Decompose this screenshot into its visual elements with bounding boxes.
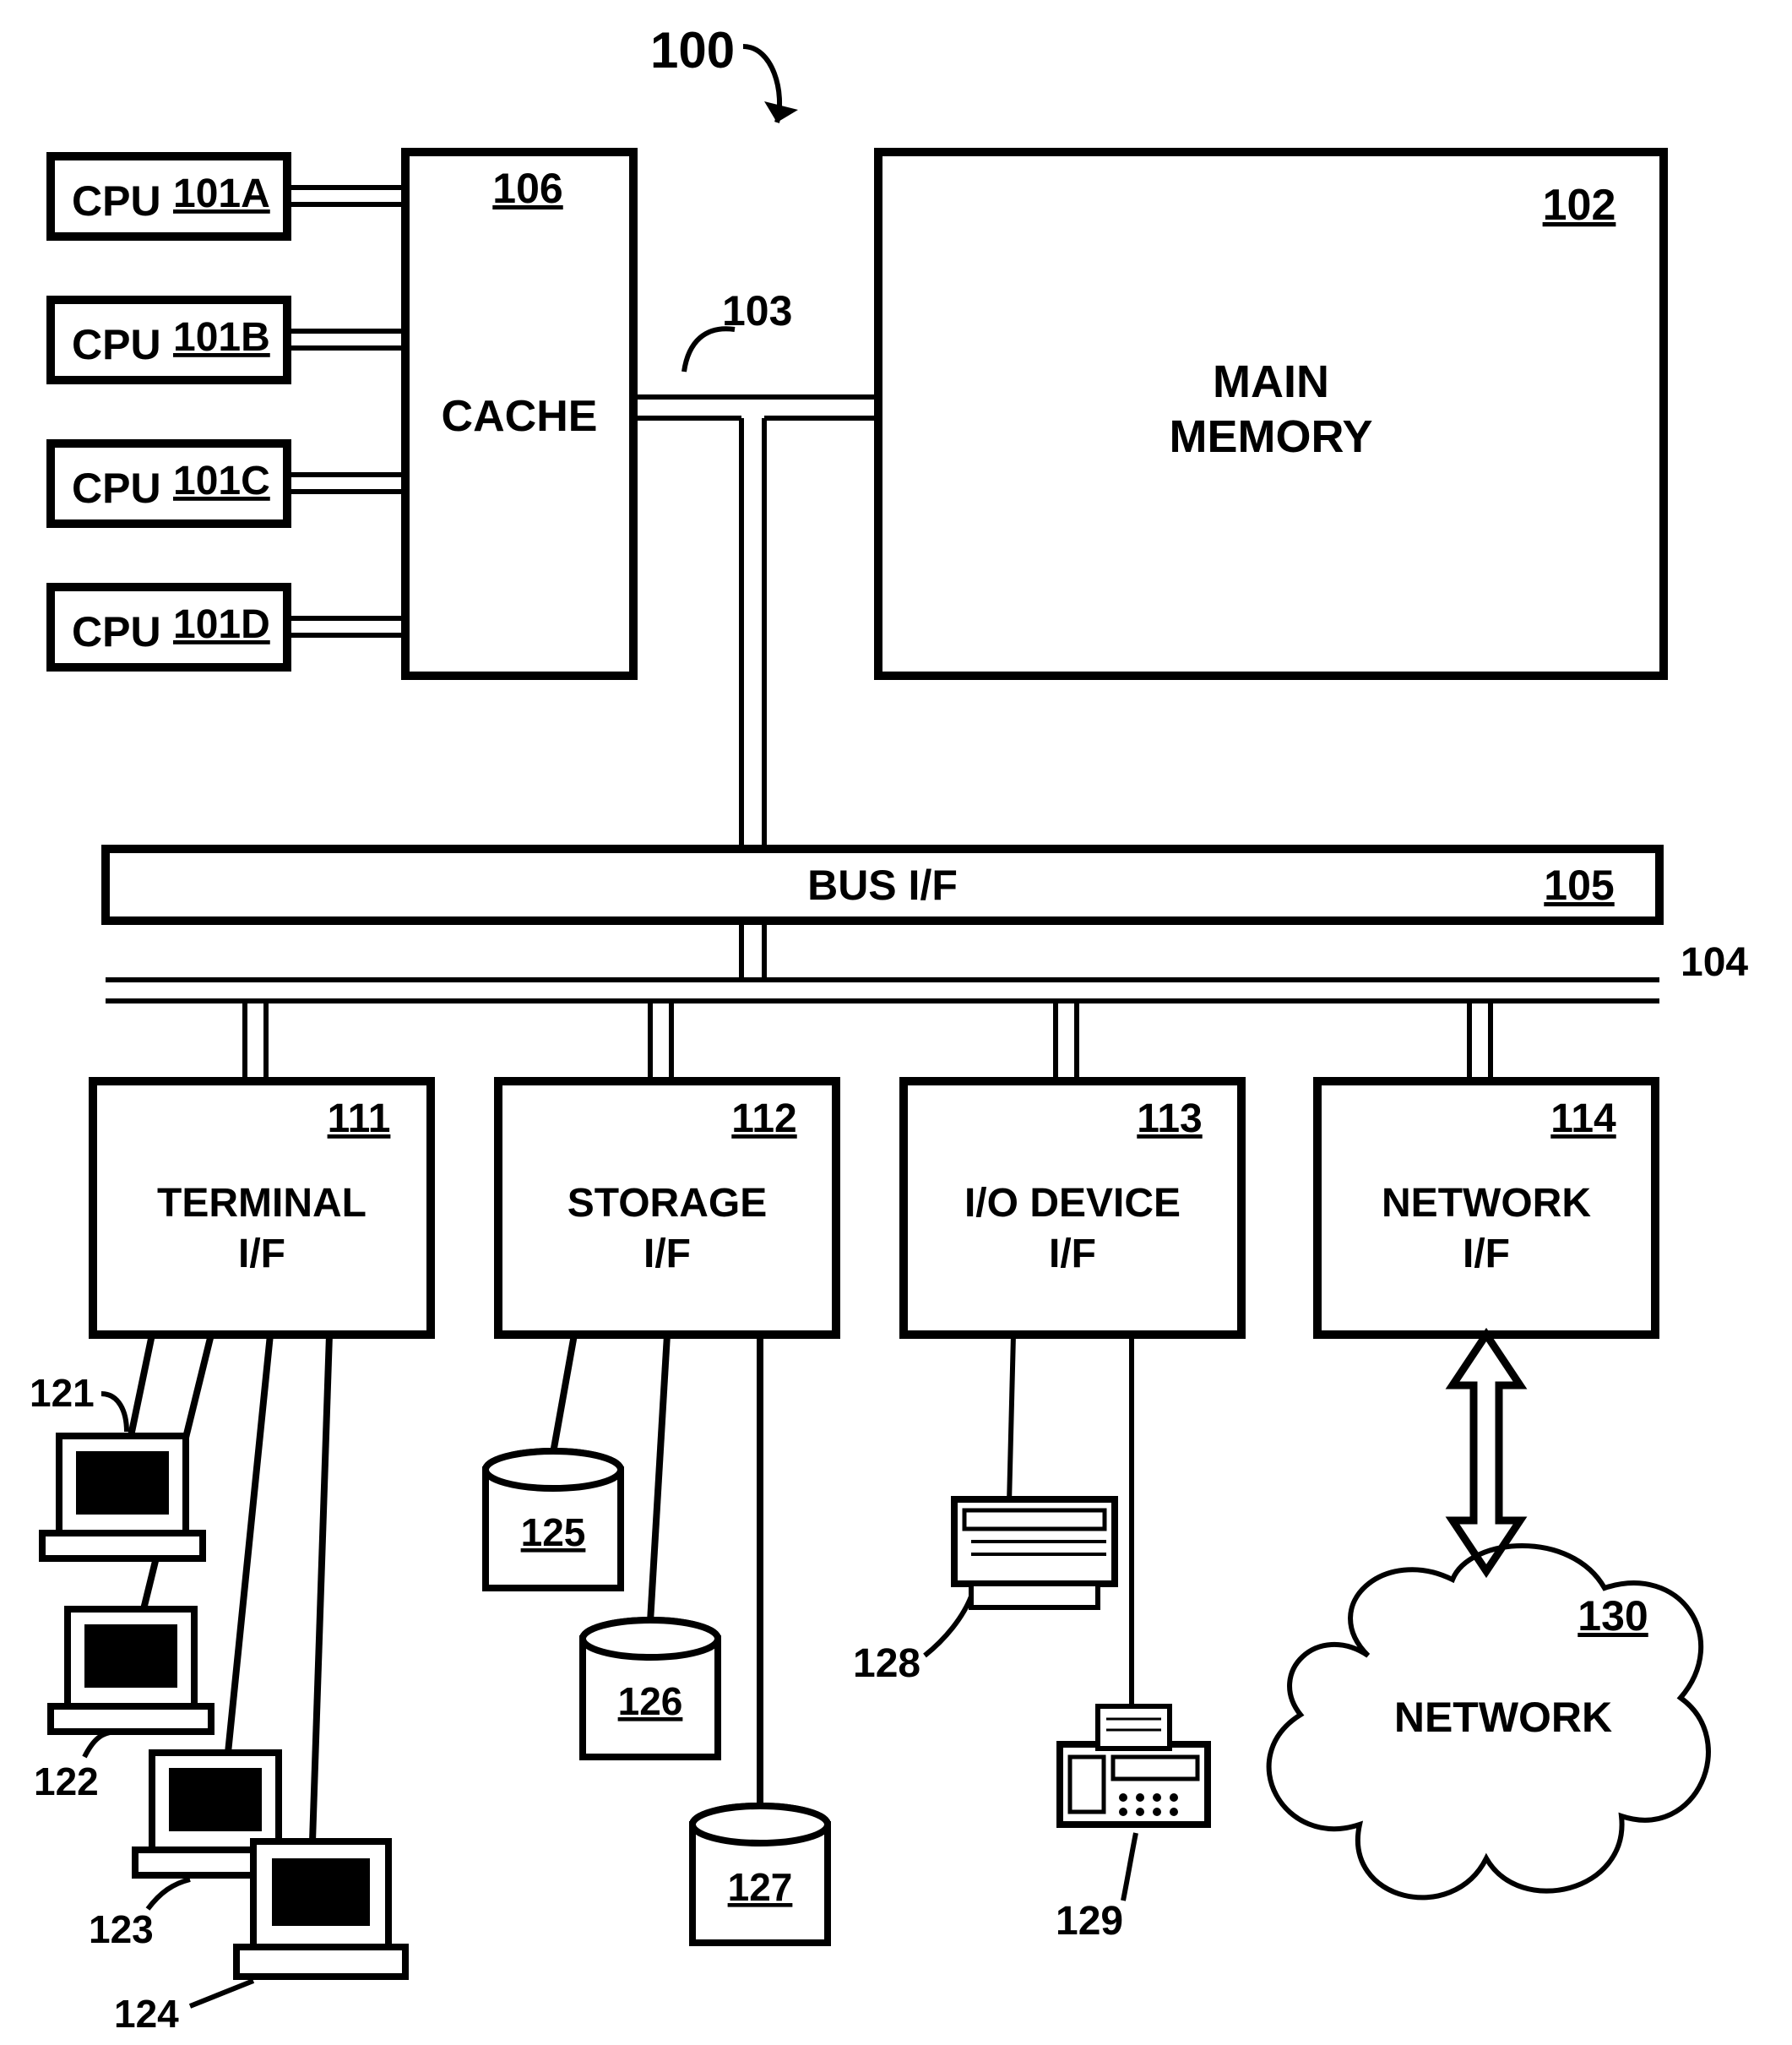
terminal-121-ref: 121 [30, 1371, 95, 1415]
storage-if-l1: STORAGE [567, 1181, 767, 1226]
bus-if-ref: 105 [1544, 862, 1614, 909]
iodev-if-l2: I/F [1049, 1232, 1096, 1276]
fax-ref: 129 [1056, 1899, 1123, 1944]
storage-if-ref: 112 [731, 1096, 796, 1141]
cpu-c-ref: 101C [173, 459, 270, 503]
fax-icon [1060, 1706, 1208, 1825]
figure-ref: 100 [650, 22, 735, 79]
disk-127: 127 [692, 1806, 828, 1943]
bridge-bus-ref: 103 [722, 287, 792, 334]
system-block-diagram: 100 CPU 101A CPU 101B CPU 101C CPU 101D … [0, 0, 1792, 2045]
memory-ref: 102 [1543, 181, 1616, 230]
cpu-d-ref: 101D [173, 602, 270, 647]
bus-if-label: BUS I/F [807, 862, 958, 909]
network-arrow [1453, 1335, 1520, 1571]
terminal-if-ref: 111 [328, 1096, 391, 1141]
cpu-d-label: CPU [72, 608, 161, 655]
bridge-bus-leader [684, 329, 735, 372]
printer-icon [954, 1499, 1115, 1607]
disk-127-ref: 127 [728, 1865, 793, 1909]
disk-126-ref: 126 [618, 1679, 683, 1723]
network-label: NETWORK [1394, 1694, 1612, 1741]
disk-125-ref: 125 [521, 1510, 586, 1554]
iodev-if-ref: 113 [1137, 1096, 1202, 1141]
cpu-c-label: CPU [72, 465, 161, 512]
terminal-122 [51, 1609, 211, 1732]
disk-125: 125 [486, 1451, 621, 1588]
terminal-124-ref: 124 [114, 1992, 179, 2036]
memory-line1: MAIN [1213, 356, 1329, 407]
disk-126: 126 [583, 1620, 718, 1757]
printer-line [1009, 1335, 1013, 1504]
bridge-bus [633, 397, 878, 849]
terminal-121 [42, 1436, 203, 1558]
printer-ref: 128 [853, 1641, 920, 1686]
terminal-124 [236, 1841, 405, 1977]
cpu-group: CPU 101A CPU 101B CPU 101C CPU 101D [51, 156, 287, 667]
terminal-122-ref: 122 [34, 1759, 99, 1803]
network-if-l1: NETWORK [1382, 1181, 1591, 1226]
cpu-cache-buses [287, 188, 405, 635]
storage-if-l2: I/F [643, 1232, 691, 1276]
network-ref: 130 [1578, 1592, 1648, 1640]
network-if-ref: 114 [1550, 1096, 1616, 1141]
cpu-b-label: CPU [72, 321, 161, 368]
cache-ref: 106 [492, 165, 562, 212]
network-if-l2: I/F [1463, 1232, 1510, 1276]
terminal-123-ref: 123 [89, 1907, 154, 1951]
cpu-a-label: CPU [72, 177, 161, 225]
io-bus-ref: 104 [1681, 940, 1748, 985]
memory-line2: MEMORY [1170, 411, 1373, 462]
cpu-b-ref: 101B [173, 315, 270, 360]
io-bus-stubs [245, 1001, 1491, 1081]
terminal-if-l2: I/F [238, 1232, 285, 1276]
terminal-if-l1: TERMINAL [157, 1181, 367, 1226]
cache-label: CACHE [442, 392, 598, 441]
iodev-if-l1: I/O DEVICE [964, 1181, 1181, 1226]
cpu-a-ref: 101A [173, 171, 270, 216]
